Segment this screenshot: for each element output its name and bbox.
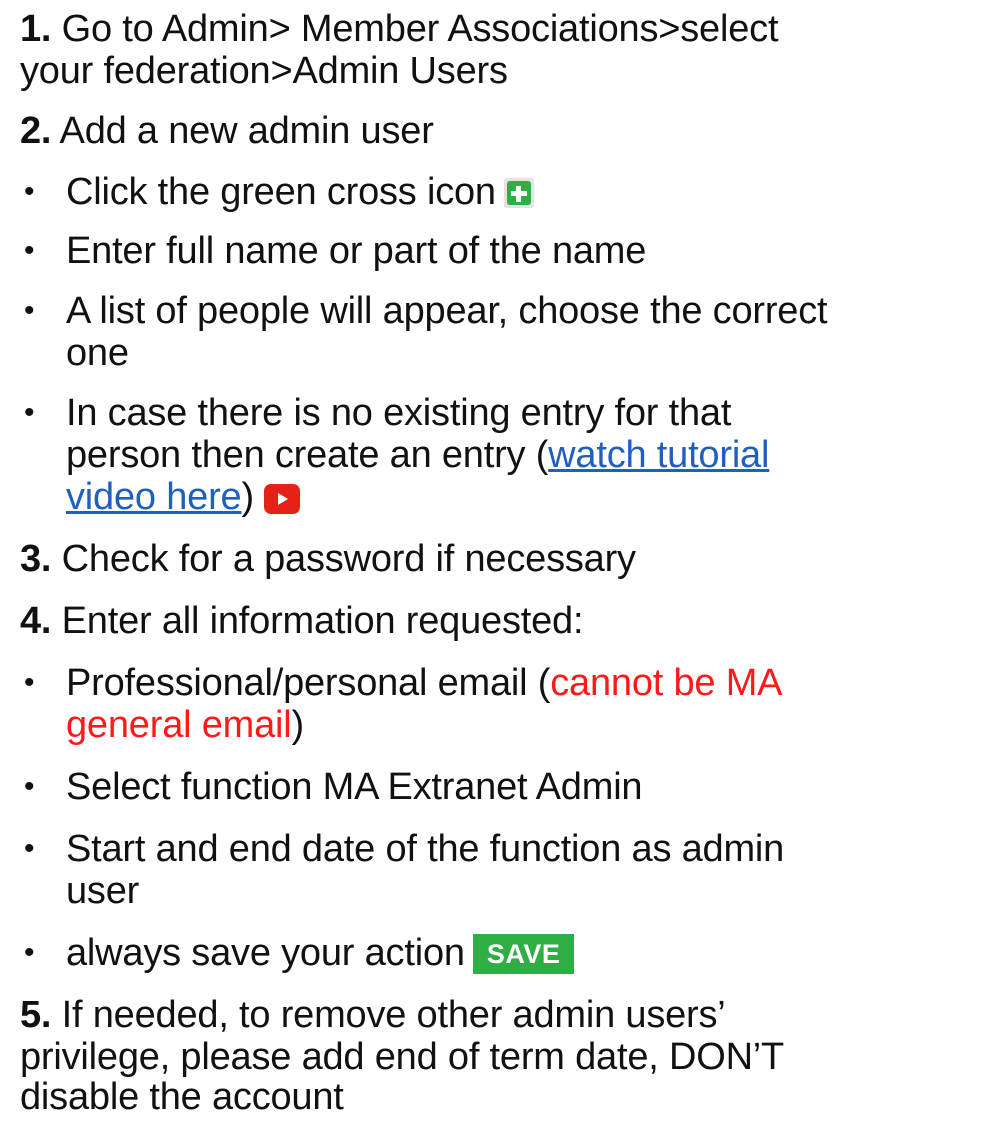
list-item-text: Click the green cross icon — [66, 171, 496, 213]
step-4-line: 4. Enter all information requested: — [20, 600, 584, 642]
bullet: • — [24, 396, 35, 429]
step-number: 5. — [20, 994, 52, 1036]
list-item-text: always save your action — [66, 932, 465, 974]
play-icon[interactable] — [263, 484, 300, 514]
step-1-line-2: your federation>Admin Users — [20, 52, 508, 90]
bullet: • — [24, 175, 35, 208]
bullet: • — [24, 666, 35, 699]
step-text: disable the account — [20, 1076, 344, 1118]
bullet: • — [24, 832, 35, 865]
tutorial-video-link[interactable]: video here — [66, 476, 242, 518]
list-item-text: In case there is no existing entry for t… — [66, 392, 732, 434]
step-text: If needed, to remove other admin users’ — [51, 994, 726, 1036]
list-item-continuation: general email) — [66, 706, 304, 744]
list-item-text: Start and end date of the function as ad… — [66, 828, 785, 870]
step-text: your federation>Admin Users — [20, 50, 508, 92]
step-number: 2. — [20, 110, 52, 152]
list-item-continuation: one — [66, 334, 129, 372]
bullet: • — [24, 770, 35, 803]
list-item-text: Select function MA Extranet Admin — [66, 766, 643, 808]
list-item-continuation: video here) — [66, 478, 300, 516]
step-text: Go to Admin> Member Associations>select — [51, 8, 779, 50]
bullet: • — [24, 294, 35, 327]
step-3-line: 3. Check for a password if necessary — [20, 540, 636, 578]
list-item-text: ) — [291, 704, 305, 746]
step-5-line-2: privilege, please add end of term date, … — [20, 1038, 784, 1076]
list-item-text: user — [66, 870, 140, 912]
step-5-line-1: 5. If needed, to remove other admin user… — [20, 996, 726, 1034]
bullet: • — [24, 936, 35, 969]
warning-text: cannot be MA — [550, 662, 783, 704]
list-item-text: A list of people will appear, choose the… — [66, 290, 828, 332]
list-item-continuation: person then create an entry (watch tutor… — [66, 436, 769, 474]
step-number: 3. — [20, 538, 52, 580]
instructions-slide: 1. Go to Admin> Member Associations>sele… — [20, 0, 980, 1123]
list-item-text: Professional/personal email ( — [66, 662, 551, 704]
step-text: Check for a password if necessary — [51, 538, 636, 580]
plus-icon — [503, 178, 534, 208]
list-item-text: person then create an entry ( — [66, 434, 549, 476]
bullet: • — [24, 234, 35, 267]
list-item-continuation: user — [66, 872, 139, 910]
tutorial-video-link[interactable]: watch tutorial — [548, 434, 769, 476]
step-text: privilege, please add end of term date, … — [20, 1036, 785, 1078]
step-1-line-1: 1. Go to Admin> Member Associations>sele… — [20, 8, 779, 50]
step-5-line-3: disable the account — [20, 1078, 344, 1116]
step-number: 1. — [20, 8, 52, 50]
step-text: Enter all information requested: — [51, 600, 584, 642]
step-text: Add a new admin user — [51, 110, 434, 152]
step-2-line: 2. Add a new admin user — [20, 112, 434, 150]
warning-text: general email — [66, 704, 292, 746]
list-item-text: Enter full name or part of the name — [66, 230, 647, 272]
list-item-text: ) — [241, 476, 254, 518]
save-button[interactable]: SAVE — [472, 934, 575, 974]
step-number: 4. — [20, 600, 52, 642]
list-item-text: one — [66, 332, 129, 374]
